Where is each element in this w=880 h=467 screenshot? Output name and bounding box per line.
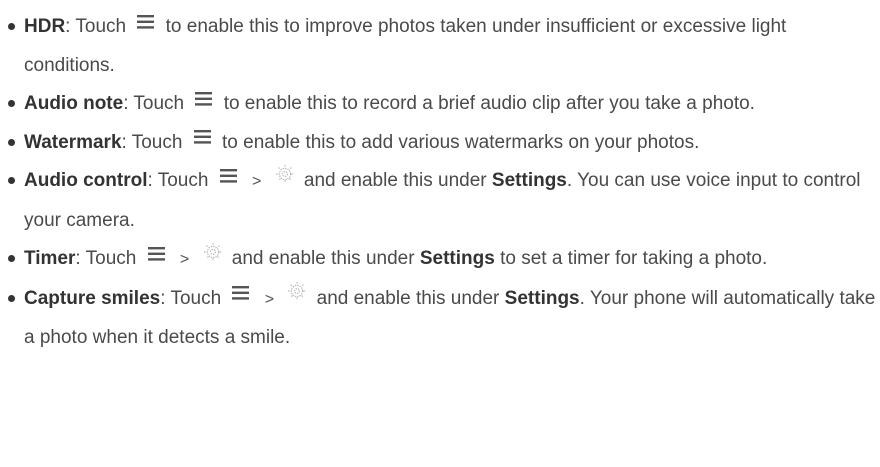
list-item-watermark: Watermark: Touch to enable this to add v… (0, 124, 880, 163)
term-label: Audio note (24, 93, 124, 114)
gear-icon (275, 164, 295, 184)
settings-label: Settings (491, 170, 567, 191)
term-label: Timer (24, 248, 76, 269)
item-text: to enable this to add various watermarks… (222, 131, 700, 153)
separator: > (179, 251, 190, 268)
bullet (8, 138, 15, 146)
touch-text: : Touch (147, 170, 209, 191)
touch-text: : Touch (65, 16, 127, 37)
settings-label: Settings (504, 287, 580, 309)
touch-text: : Touch (75, 248, 137, 269)
menu-icon (147, 246, 165, 261)
touch-text: : Touch (123, 93, 185, 114)
gear-icon (287, 281, 307, 301)
bullet (8, 177, 15, 184)
separator: > (251, 173, 262, 190)
menu-icon (195, 91, 213, 106)
item-text: to enable this to record a brief audio c… (223, 93, 755, 114)
bullet (8, 23, 15, 30)
touch-text: : Touch (121, 131, 183, 153)
bullet (8, 294, 15, 302)
feature-list: HDR: Touch to enable this to improve pho… (0, 0, 880, 358)
list-item-hdr: HDR: Touch to enable this to improve pho… (0, 8, 880, 85)
settings-label: Settings (419, 248, 495, 269)
item-text-before-bold: and enable this under (316, 287, 500, 309)
term-label: Capture smiles (24, 287, 161, 309)
bullet (8, 255, 15, 262)
item-text-before-bold: and enable this under (231, 248, 415, 269)
item-text-after-bold: to set a timer for taking a photo. (500, 248, 768, 269)
menu-icon (219, 168, 237, 183)
bullet (8, 100, 15, 107)
menu-icon (232, 286, 250, 301)
term-label: Audio control (24, 170, 148, 191)
item-text-before-bold: and enable this under (303, 170, 487, 191)
gear-icon (203, 242, 223, 262)
list-item-audio-note: Audio note: Touch to enable this to reco… (0, 85, 880, 124)
separator: > (264, 290, 275, 308)
touch-text: : Touch (160, 287, 222, 309)
menu-icon (193, 130, 211, 145)
list-item-audio-control: Audio control: Touch > and enable this u… (0, 162, 880, 240)
list-item-capture-smiles: Capture smiles: Touch > and enable this … (0, 280, 880, 358)
list-item-timer: Timer: Touch > and enable this under Set… (0, 240, 880, 280)
menu-icon (137, 14, 155, 29)
term-label: Watermark (24, 131, 122, 153)
term-label: HDR (24, 16, 66, 37)
